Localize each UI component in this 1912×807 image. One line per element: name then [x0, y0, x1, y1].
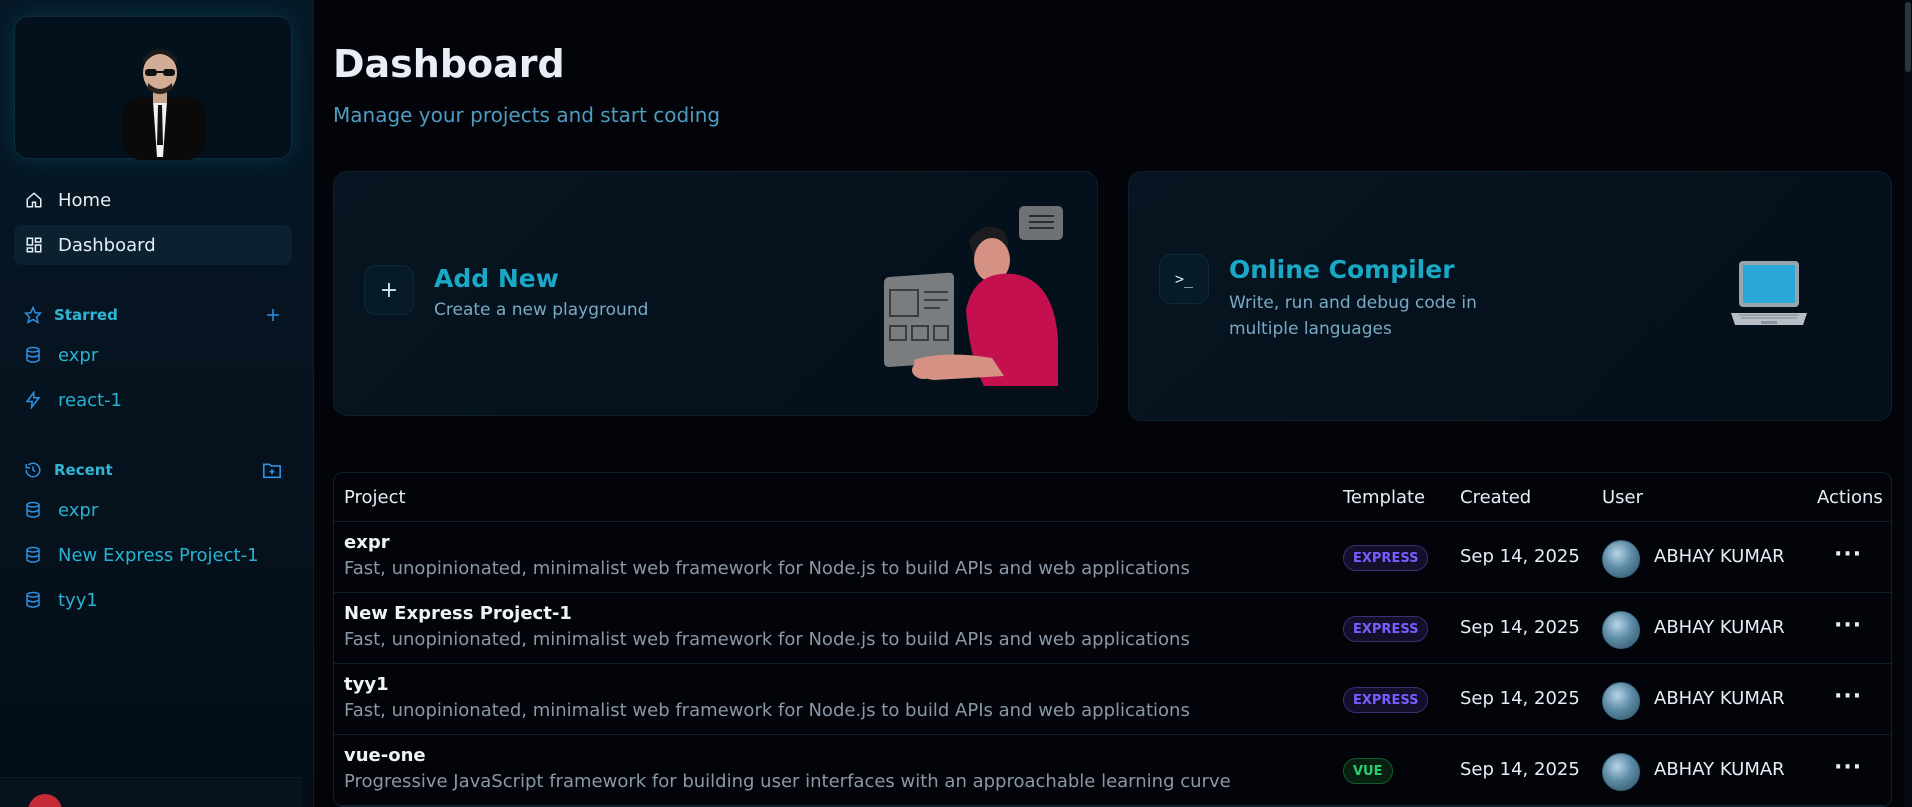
zap-icon	[24, 391, 42, 409]
page-scrollbar[interactable]	[1904, 0, 1912, 807]
project-description: Fast, unopinionated, minimalist web fram…	[344, 700, 1190, 721]
recent-item-label: New Express Project-1	[58, 544, 259, 566]
avatar	[122, 49, 206, 160]
database-icon	[24, 501, 42, 519]
nav-home-label: Home	[58, 189, 112, 211]
recent-item-new-express-project-1[interactable]: New Express Project-1	[24, 540, 259, 570]
starred-item-label: expr	[58, 344, 99, 366]
history-icon	[24, 461, 42, 479]
project-description: Fast, unopinionated, minimalist web fram…	[344, 558, 1190, 579]
online-compiler-description-line2: multiple languages	[1229, 319, 1392, 339]
project-name[interactable]: vue-one	[344, 745, 426, 766]
table-row[interactable]: New Express Project-1 Fast, unopinionate…	[334, 593, 1891, 664]
created-date: Sep 14, 2025	[1460, 688, 1580, 709]
created-date: Sep 14, 2025	[1460, 617, 1580, 638]
project-name[interactable]: expr	[344, 532, 390, 553]
nav-home[interactable]: Home	[14, 180, 292, 220]
created-date: Sep 14, 2025	[1460, 759, 1580, 780]
user-name: ABHAY KUMAR	[1654, 546, 1785, 567]
profile-avatar-card[interactable]	[14, 16, 292, 160]
add-new-title: Add New	[434, 264, 559, 293]
recent-item-tyy1[interactable]: tyy1	[24, 585, 98, 615]
row-actions-button[interactable]: ···	[1834, 684, 1862, 709]
database-icon	[24, 546, 42, 564]
new-folder-button[interactable]	[262, 461, 282, 479]
user-avatar	[1602, 753, 1640, 791]
user-name: ABHAY KUMAR	[1654, 759, 1785, 780]
table-header: Project Template Created User Actions	[334, 473, 1891, 522]
plus-icon: +	[364, 265, 414, 315]
add-new-card[interactable]: + Add New Create a new playground	[333, 171, 1098, 416]
recent-item-expr[interactable]: expr	[24, 495, 98, 525]
add-new-icon-glyph: +	[379, 277, 399, 303]
add-new-description: Create a new playground	[434, 300, 649, 320]
nav-dashboard[interactable]: Dashboard	[14, 225, 292, 265]
recent-item-label: expr	[58, 499, 99, 521]
template-badge: VUE	[1343, 758, 1393, 784]
recent-heading: Recent	[54, 461, 113, 479]
projects-table: Project Template Created User Actions ex…	[333, 472, 1892, 807]
user-name: ABHAY KUMAR	[1654, 617, 1785, 638]
template-badge: EXPRESS	[1343, 687, 1429, 713]
user-avatar	[1602, 540, 1640, 578]
recent-item-label: tyy1	[58, 589, 98, 611]
project-description: Progressive JavaScript framework for bui…	[344, 771, 1231, 792]
column-header-user[interactable]: User	[1602, 487, 1643, 508]
starred-item-expr[interactable]: expr	[24, 340, 98, 370]
created-date: Sep 14, 2025	[1460, 546, 1580, 567]
table-row[interactable]: tyy1 Fast, unopinionated, minimalist web…	[334, 664, 1891, 735]
column-header-template[interactable]: Template	[1343, 487, 1425, 508]
illustration-developer	[884, 206, 1063, 386]
terminal-icon: >_	[1159, 254, 1209, 304]
table-row[interactable]: vue-one Progressive JavaScript framework…	[334, 735, 1891, 806]
scrollbar-thumb[interactable]	[1905, 2, 1911, 72]
recent-section-header: Recent	[24, 458, 282, 482]
online-compiler-description-line1: Write, run and debug code in	[1229, 293, 1477, 313]
user-name: ABHAY KUMAR	[1654, 688, 1785, 709]
online-compiler-title: Online Compiler	[1229, 255, 1455, 284]
online-compiler-card[interactable]: >_ Online Compiler Write, run and debug …	[1128, 171, 1892, 421]
column-header-project[interactable]: Project	[344, 487, 406, 508]
row-actions-button[interactable]: ···	[1834, 542, 1862, 567]
row-actions-button[interactable]: ···	[1834, 613, 1862, 638]
database-icon	[24, 591, 42, 609]
laptop-icon	[1731, 261, 1807, 325]
column-header-created[interactable]: Created	[1460, 487, 1531, 508]
project-name[interactable]: New Express Project-1	[344, 603, 572, 624]
starred-heading: Starred	[54, 306, 118, 324]
user-avatar	[1602, 682, 1640, 720]
row-actions-button[interactable]: ···	[1834, 755, 1862, 780]
table-row[interactable]: expr Fast, unopinionated, minimalist web…	[334, 522, 1891, 593]
user-avatar	[1602, 611, 1640, 649]
column-header-actions: Actions	[1817, 487, 1883, 508]
starred-section-header: Starred	[24, 303, 282, 327]
project-name[interactable]: tyy1	[344, 674, 389, 695]
page-subtitle: Manage your projects and start coding	[333, 103, 721, 127]
plus-icon	[267, 309, 279, 321]
nav-dashboard-label: Dashboard	[58, 234, 156, 256]
add-starred-button[interactable]	[264, 306, 282, 324]
template-badge: EXPRESS	[1343, 545, 1429, 571]
project-description: Fast, unopinionated, minimalist web fram…	[344, 629, 1190, 650]
page-title: Dashboard	[333, 42, 565, 86]
folder-plus-icon	[263, 463, 281, 479]
database-icon	[24, 346, 42, 364]
template-badge: EXPRESS	[1343, 616, 1429, 642]
sidebar: Home Dashboard Starred expr react-1 Rece…	[0, 0, 314, 807]
starred-item-label: react-1	[58, 389, 123, 411]
terminal-icon-glyph: >_	[1174, 270, 1194, 288]
home-icon	[24, 190, 44, 210]
starred-item-react-1[interactable]: react-1	[24, 385, 122, 415]
star-icon	[24, 306, 42, 324]
dashboard-icon	[24, 235, 44, 255]
